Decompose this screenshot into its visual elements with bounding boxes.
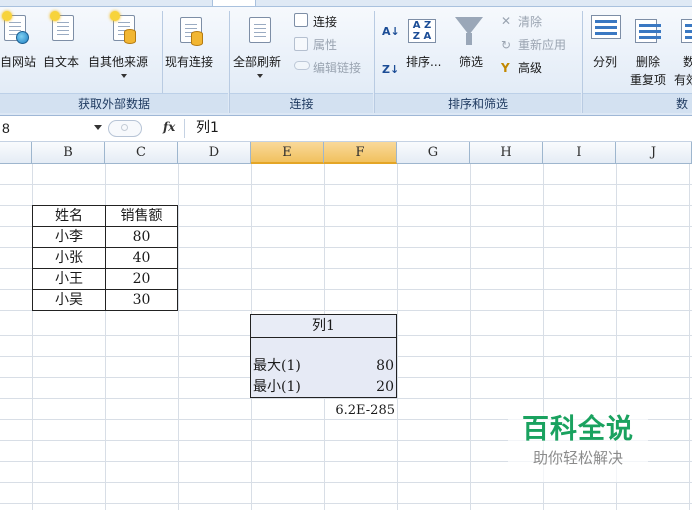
- column-header-i[interactable]: I: [543, 142, 616, 164]
- data-validation-label-1: 数: [683, 55, 692, 69]
- table-cell[interactable]: 30: [105, 289, 178, 311]
- name-box[interactable]: 8: [0, 118, 100, 138]
- gridline: [0, 503, 692, 504]
- table-cell[interactable]: 40: [105, 247, 178, 269]
- table-cell[interactable]: 小王: [32, 268, 106, 290]
- gridline: [0, 398, 692, 399]
- output-label-min[interactable]: 最小(1): [251, 377, 323, 397]
- group-label-data-tools: 数: [583, 93, 692, 113]
- advanced-filter-icon: Y: [501, 61, 510, 75]
- gridline: [178, 164, 179, 510]
- formula-input[interactable]: 列1: [196, 119, 219, 137]
- gridline: [0, 184, 692, 185]
- database-icon: [191, 31, 203, 46]
- from-web-label: 自网站: [0, 55, 37, 69]
- insert-function-icon[interactable]: fx: [163, 120, 175, 134]
- divider: [251, 337, 396, 338]
- properties-label: 属性: [313, 38, 338, 52]
- text-to-columns-icon: [591, 15, 621, 39]
- divider: [184, 119, 185, 138]
- output-extra-value[interactable]: 6.2E-285: [324, 401, 397, 421]
- text-to-columns-label: 分列: [593, 55, 618, 69]
- gridline: [0, 482, 692, 483]
- output-table[interactable]: 列1 最大(1) 80 最小(1) 20: [250, 314, 397, 398]
- output-value-min[interactable]: 20: [324, 377, 396, 397]
- star-icon: [2, 11, 12, 21]
- column-header-partial[interactable]: [0, 142, 32, 164]
- edit-links-label: 编辑链接: [313, 61, 362, 75]
- connections-icon: [294, 13, 308, 27]
- database-icon: [124, 29, 136, 44]
- table-header-name[interactable]: 姓名: [32, 205, 106, 227]
- refresh-all-label: 全部刷新: [233, 55, 282, 69]
- chevron-down-icon: [257, 74, 263, 78]
- watermark-title: 百科全说: [522, 414, 634, 445]
- formula-bar: 8 fx 列1: [0, 116, 692, 142]
- refresh-icon: [249, 17, 271, 43]
- clear-filter-icon: ✕: [501, 14, 512, 28]
- properties-icon: [294, 37, 308, 51]
- gridline: [397, 164, 398, 510]
- remove-duplicates-label-2: 重复项: [630, 73, 667, 87]
- column-header-f[interactable]: F: [324, 142, 397, 164]
- table-cell[interactable]: 小张: [32, 247, 106, 269]
- group-label-get-external-data: 获取外部数据: [0, 93, 228, 113]
- output-label-max[interactable]: 最大(1): [251, 356, 323, 376]
- sort-az-icon[interactable]: A↓: [382, 25, 400, 39]
- column-header-h[interactable]: H: [470, 142, 543, 164]
- watermark: 百科全说 助你轻松解决: [508, 412, 648, 482]
- spreadsheet-grid[interactable]: B C D E F G H I J 姓名 销售额 小李 80 小张 40 小王 …: [0, 142, 692, 510]
- chevron-down-icon: [121, 74, 127, 78]
- existing-connections-label: 现有连接: [165, 55, 214, 69]
- table-cell[interactable]: 80: [105, 226, 178, 248]
- reapply-icon: ↻: [501, 38, 512, 52]
- sort-za-icon[interactable]: Z↓: [382, 63, 399, 77]
- star-icon: [50, 11, 60, 21]
- name-box-dropdown-icon[interactable]: [94, 125, 102, 130]
- gridline: [689, 164, 690, 510]
- sort-dialog-icon: A ZZ A: [408, 19, 436, 43]
- column-header-g[interactable]: G: [397, 142, 470, 164]
- from-text-label: 自文本: [43, 55, 80, 69]
- column-header-e[interactable]: E: [251, 142, 324, 164]
- reapply-label: 重新应用: [518, 38, 567, 52]
- remove-duplicates-icon: [635, 19, 661, 43]
- ribbon-tab-strip: [0, 0, 692, 7]
- column-header-b[interactable]: B: [32, 142, 105, 164]
- column-header-d[interactable]: D: [178, 142, 251, 164]
- clear-label: 清除: [518, 15, 543, 29]
- ribbon: 自网站 自文本 自其他来源 现有连接 获取外部数据 全部刷新 连接 属性 编辑链…: [0, 7, 692, 116]
- group-label-sort-filter: 排序和筛选: [375, 93, 581, 113]
- table-cell[interactable]: 20: [105, 268, 178, 290]
- formula-cancel-button[interactable]: [108, 120, 142, 137]
- remove-duplicates-label-1: 删除: [636, 55, 661, 69]
- table-cell[interactable]: 小吴: [32, 289, 106, 311]
- connections-label: 连接: [313, 15, 338, 29]
- output-value-max[interactable]: 80: [324, 356, 396, 376]
- group-label-connections: 连接: [230, 93, 373, 113]
- advanced-label: 高级: [518, 61, 543, 75]
- filter-icon-stem: [466, 33, 472, 45]
- link-icon: [294, 61, 310, 70]
- gridline: [470, 164, 471, 510]
- watermark-subtitle: 助你轻松解决: [532, 449, 623, 467]
- data-validation-icon: [681, 19, 692, 43]
- globe-icon: [16, 31, 29, 44]
- from-other-sources-label: 自其他来源: [88, 55, 149, 69]
- sort-label: 排序...: [406, 55, 442, 69]
- output-header[interactable]: 列1: [251, 316, 396, 336]
- filter-label: 筛选: [459, 55, 484, 69]
- tab-data[interactable]: [212, 0, 256, 6]
- column-header-c[interactable]: C: [105, 142, 178, 164]
- data-validation-label-2: 有效: [674, 73, 692, 87]
- table-cell[interactable]: 小李: [32, 226, 106, 248]
- star-icon: [110, 11, 120, 21]
- column-header-j[interactable]: J: [616, 142, 692, 164]
- table-header-sales[interactable]: 销售额: [105, 205, 178, 227]
